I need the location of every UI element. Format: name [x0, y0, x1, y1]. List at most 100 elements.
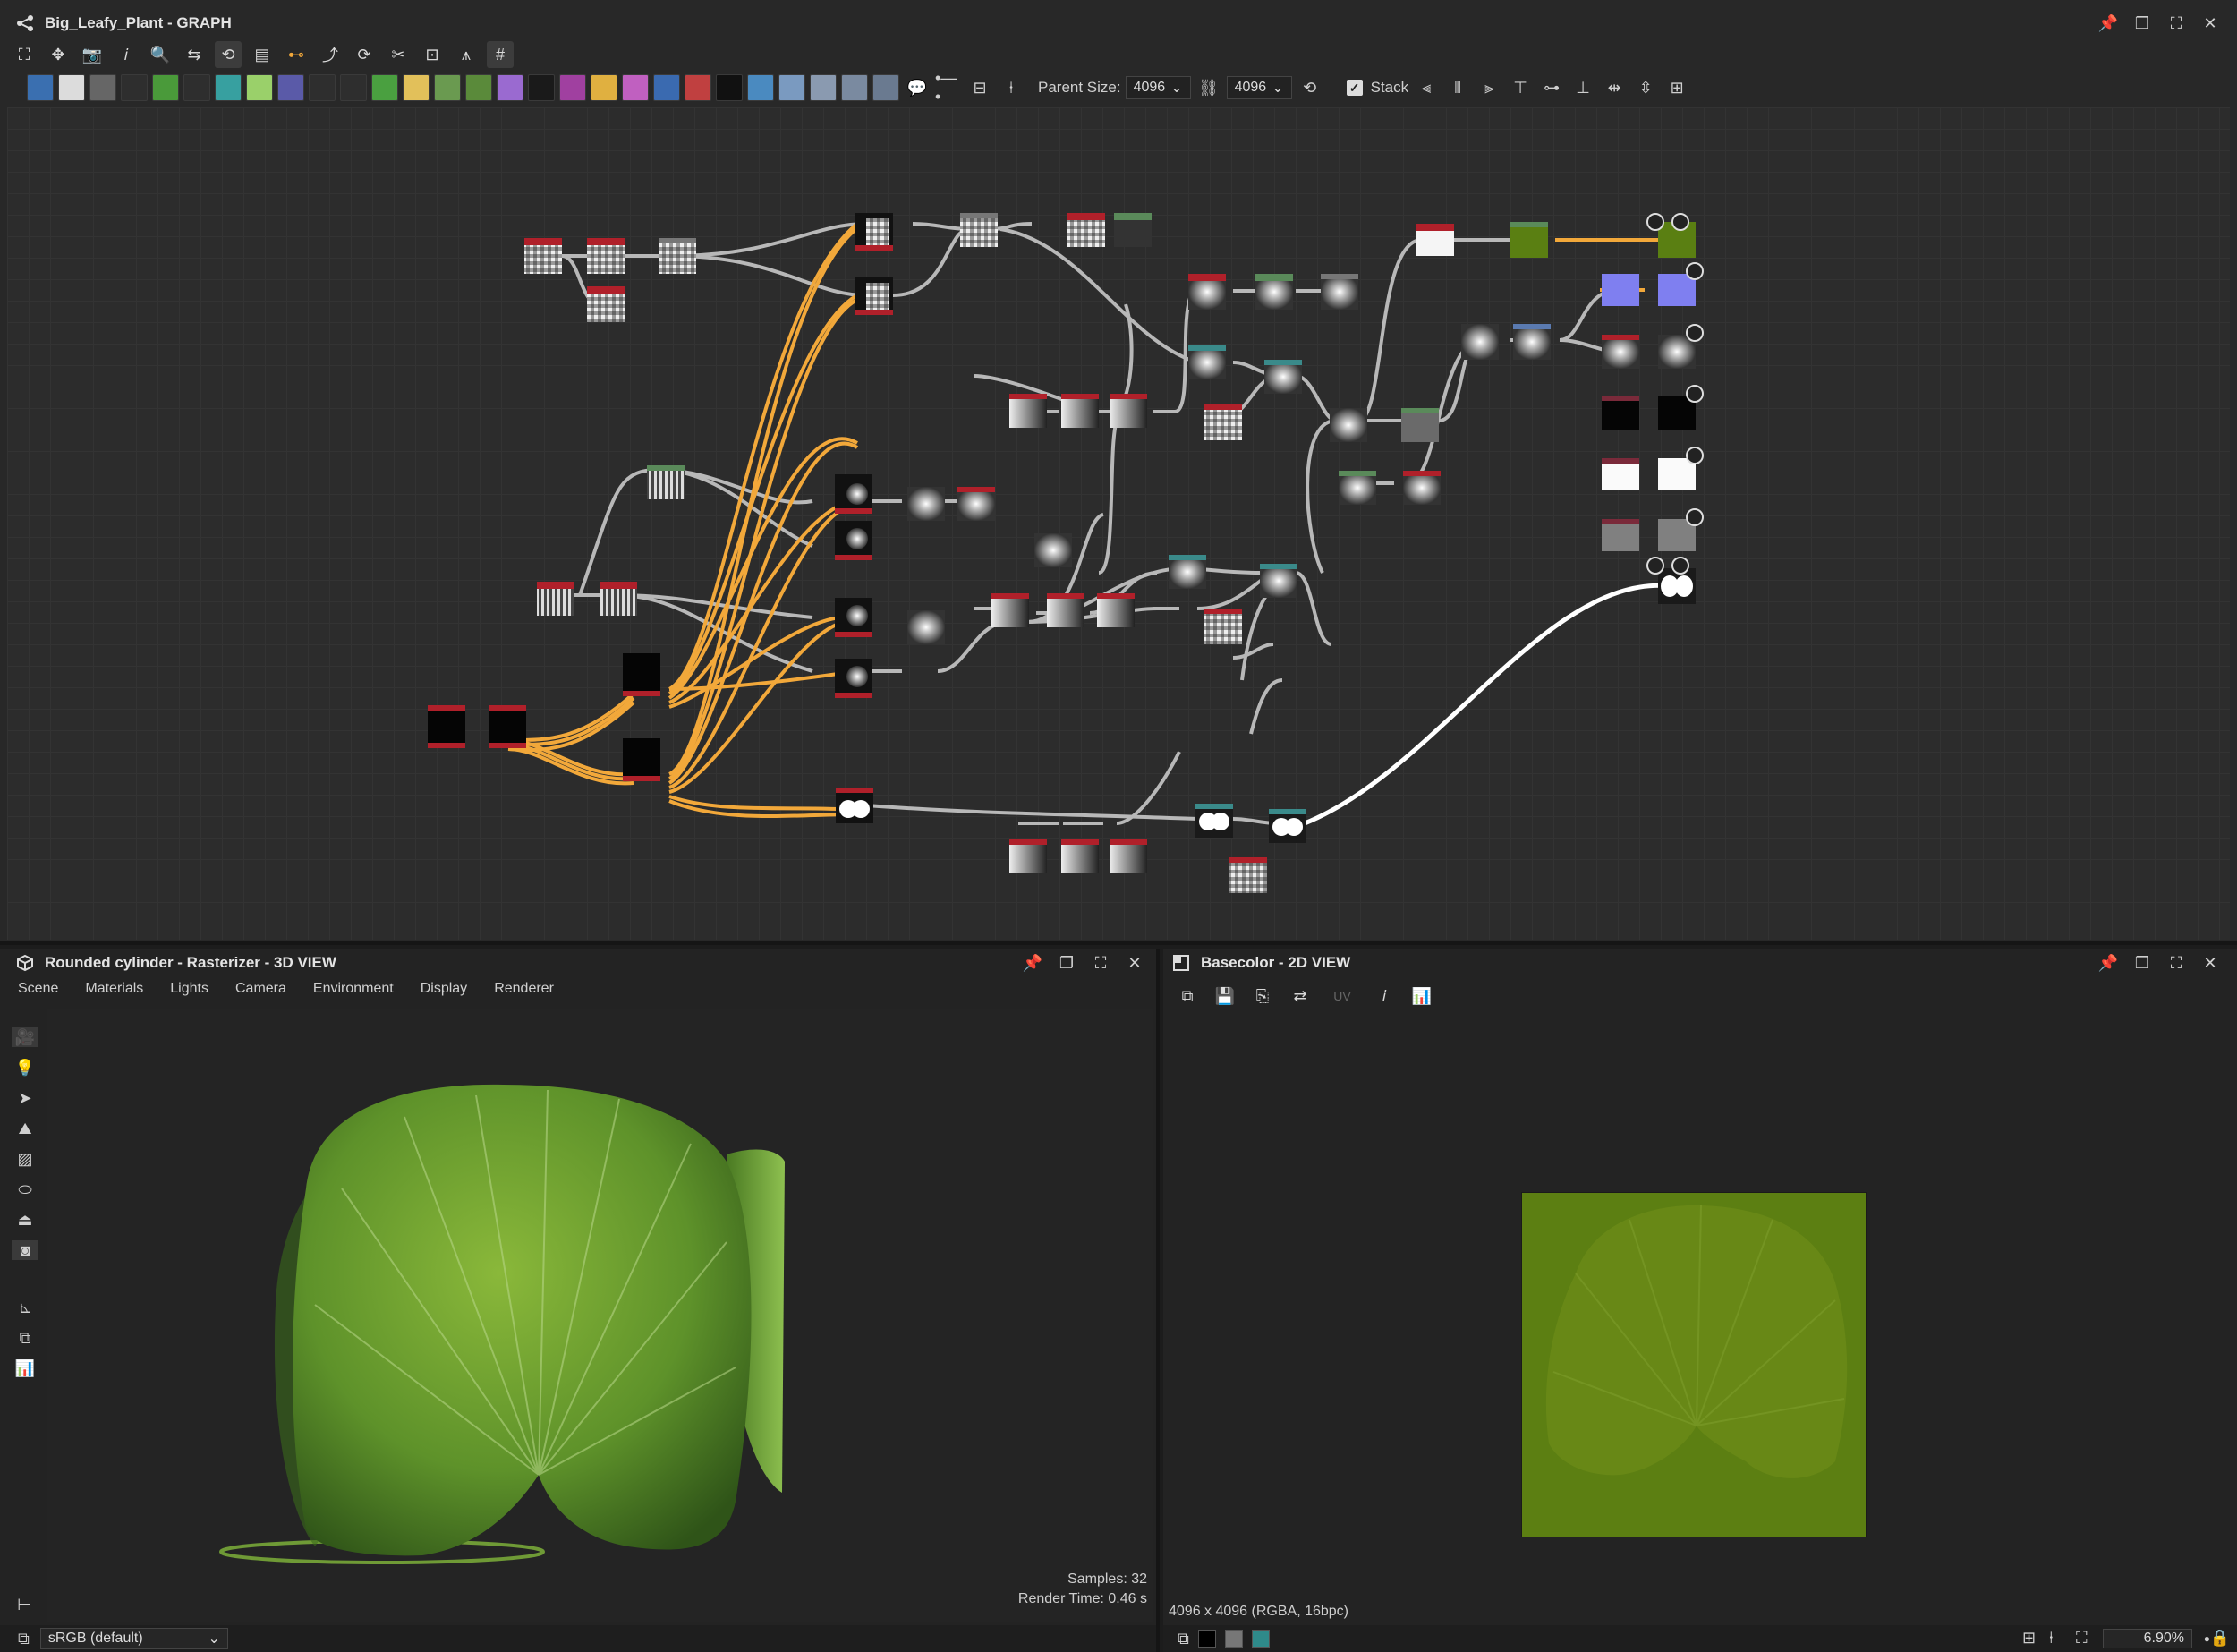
- fxmap-icon[interactable]: [340, 74, 367, 101]
- input-a-icon[interactable]: [747, 74, 774, 101]
- node[interactable]: [659, 238, 696, 274]
- dot-icon[interactable]: •—•: [935, 69, 962, 106]
- align-center-icon[interactable]: ⦀: [1444, 74, 1471, 101]
- node[interactable]: [1188, 345, 1226, 379]
- shape-icon[interactable]: [591, 74, 617, 101]
- node[interactable]: [835, 598, 872, 637]
- node[interactable]: [1602, 458, 1639, 490]
- node[interactable]: [600, 582, 637, 616]
- value-processor-icon[interactable]: [403, 74, 430, 101]
- black-background-swatch[interactable]: [1197, 1630, 1216, 1648]
- fit-icon[interactable]: ⛶: [2076, 1629, 2088, 1648]
- pin-icon[interactable]: 📌: [2098, 954, 2118, 972]
- maximize-icon[interactable]: ⛶: [1092, 954, 1110, 972]
- restore-icon[interactable]: ❐: [1058, 954, 1076, 972]
- node[interactable]: [1513, 324, 1551, 360]
- menu-materials[interactable]: Materials: [85, 981, 143, 997]
- close-icon[interactable]: ✕: [1126, 954, 1144, 972]
- node[interactable]: [1110, 394, 1147, 428]
- node[interactable]: [1061, 394, 1099, 428]
- sphere-icon[interactable]: [434, 74, 461, 101]
- snap-icon[interactable]: ⊞: [1663, 74, 1690, 101]
- shuffle-icon[interactable]: [121, 74, 148, 101]
- uv-toggle[interactable]: UV: [1326, 984, 1358, 1008]
- compare-icon[interactable]: ⇄: [1289, 984, 1312, 1008]
- node[interactable]: [1009, 394, 1047, 428]
- align-right-icon[interactable]: ⫸: [1476, 74, 1502, 101]
- node[interactable]: [1110, 839, 1147, 873]
- node[interactable]: [524, 238, 562, 274]
- node[interactable]: [855, 213, 893, 251]
- histogram-icon[interactable]: 📊: [1410, 984, 1433, 1008]
- curve-icon[interactable]: ⤴: [317, 41, 344, 68]
- node[interactable]: [1269, 809, 1306, 843]
- maximize-icon[interactable]: ⛶: [2167, 14, 2185, 32]
- fill-icon[interactable]: [685, 74, 711, 101]
- tiling-icon[interactable]: ⍿: [2049, 1629, 2054, 1648]
- link-nodes-icon[interactable]: ⇆: [181, 41, 208, 68]
- node[interactable]: [1321, 274, 1358, 310]
- distribute-v-icon[interactable]: ⇳: [1632, 74, 1659, 101]
- circle-icon[interactable]: [277, 74, 304, 101]
- noise-icon[interactable]: [528, 74, 555, 101]
- save-icon[interactable]: 💾: [1213, 984, 1237, 1008]
- triangle-icon[interactable]: [465, 74, 492, 101]
- levels-icon[interactable]: [183, 74, 210, 101]
- copy-view-icon[interactable]: ⧉: [1176, 984, 1199, 1008]
- align-bottom-icon[interactable]: ⊥: [1569, 74, 1596, 101]
- axis-icon[interactable]: ⊾: [12, 1298, 38, 1317]
- lock-icon[interactable]: 🔒: [2210, 1629, 2230, 1648]
- restore-icon[interactable]: ❐: [2133, 14, 2151, 32]
- node[interactable]: [1602, 396, 1639, 430]
- frame-all-icon[interactable]: ⛶: [11, 41, 38, 68]
- frame-icon[interactable]: ▤: [249, 41, 276, 68]
- node[interactable]: [1195, 804, 1233, 838]
- export-icon[interactable]: ⊡: [419, 41, 446, 68]
- restore-icon[interactable]: ❐: [2133, 954, 2151, 972]
- input-c-icon[interactable]: [810, 74, 837, 101]
- refresh-icon[interactable]: ⟳: [351, 41, 378, 68]
- shadow-icon[interactable]: ⏏: [12, 1210, 38, 1230]
- color-wheel-icon[interactable]: [497, 74, 523, 101]
- node[interactable]: [587, 238, 625, 274]
- input-d-icon[interactable]: [841, 74, 868, 101]
- warp-icon[interactable]: [559, 74, 586, 101]
- node[interactable]: [907, 487, 945, 521]
- distribute-h-icon[interactable]: ⇹: [1601, 74, 1628, 101]
- shape-tool-icon[interactable]: ⬭: [12, 1179, 38, 1199]
- node[interactable]: [1416, 224, 1454, 256]
- node[interactable]: [1114, 213, 1152, 247]
- node[interactable]: [1461, 324, 1499, 360]
- node[interactable]: [623, 653, 660, 696]
- node[interactable]: [1602, 335, 1639, 369]
- checker-background-swatch[interactable]: [1251, 1630, 1270, 1648]
- node[interactable]: [1339, 471, 1376, 505]
- node[interactable]: [957, 487, 995, 521]
- node[interactable]: [1188, 274, 1226, 310]
- node[interactable]: [1510, 222, 1548, 258]
- node[interactable]: [623, 738, 660, 781]
- node[interactable]: [1401, 408, 1439, 442]
- menu-environment[interactable]: Environment: [313, 981, 394, 997]
- node[interactable]: [647, 465, 685, 499]
- menu-scene[interactable]: Scene: [18, 981, 58, 997]
- node[interactable]: [855, 277, 893, 315]
- node[interactable]: [835, 659, 872, 698]
- align-middle-icon[interactable]: ⊶: [1538, 74, 1565, 101]
- tree-icon[interactable]: ⊢: [11, 1595, 38, 1614]
- graph-layout-icon[interactable]: ⟲: [215, 41, 242, 68]
- node[interactable]: [907, 610, 945, 644]
- grid-snap-icon[interactable]: #: [487, 41, 514, 68]
- link-size-icon[interactable]: ⛓: [1195, 74, 1222, 101]
- screenshot-icon[interactable]: ◙: [12, 1240, 38, 1260]
- parent-size-select[interactable]: 4096 ⌄: [1125, 76, 1191, 99]
- pixel-processor-icon[interactable]: [371, 74, 398, 101]
- pin-icon[interactable]: 📌: [1023, 954, 1042, 972]
- node[interactable]: [960, 213, 998, 247]
- tile-icon[interactable]: [309, 74, 336, 101]
- graph-canvas[interactable]: [7, 107, 2230, 940]
- node[interactable]: [1602, 519, 1639, 551]
- frame-node-icon[interactable]: ⊟: [966, 74, 993, 101]
- node[interactable]: [1097, 593, 1135, 627]
- blend-icon[interactable]: [89, 74, 116, 101]
